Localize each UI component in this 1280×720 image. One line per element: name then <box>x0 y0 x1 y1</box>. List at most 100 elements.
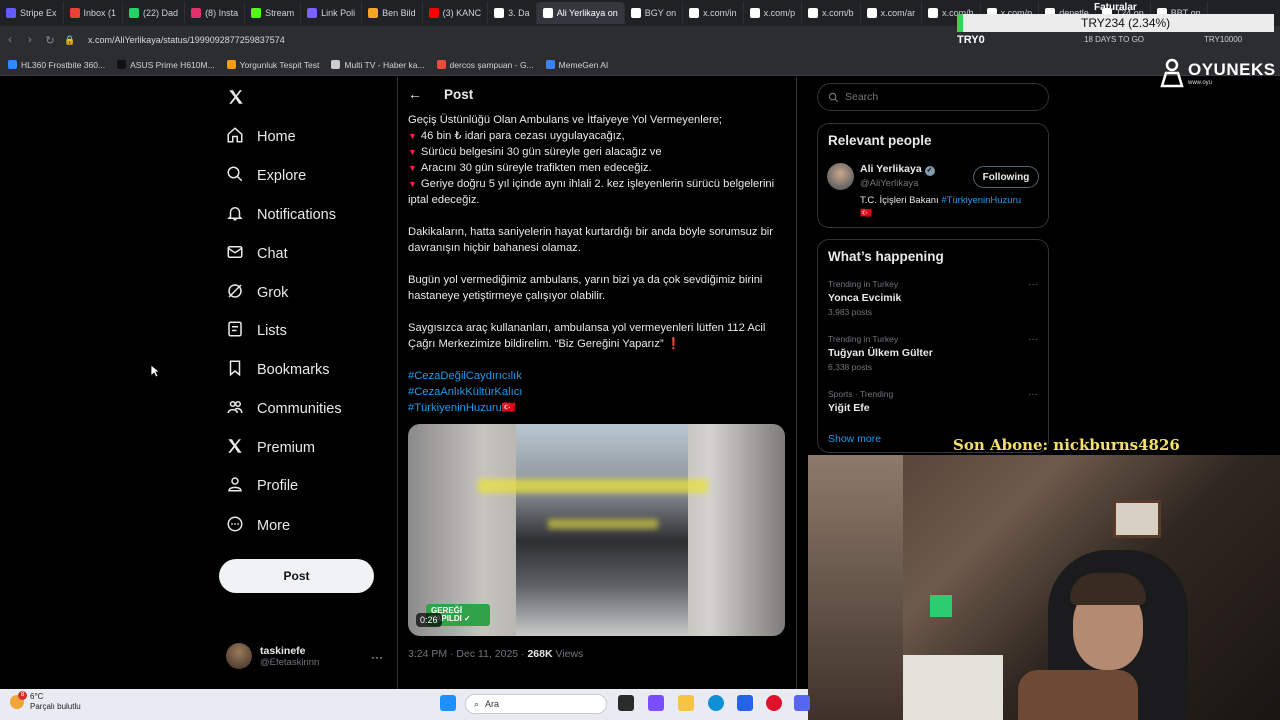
browser-tab[interactable]: (8) Insta <box>185 2 246 24</box>
hashtag-link[interactable]: #CezaAnlıkKültürKalıcı <box>408 384 788 400</box>
bookmark-item[interactable]: MemeGen AI <box>545 60 608 70</box>
browser-tab[interactable]: (3) KANC <box>423 2 489 24</box>
forward-icon[interactable]: › <box>20 34 40 46</box>
weather-widget[interactable]: 8 6°C Parçalı bulutlu <box>10 691 81 712</box>
tab-label: BGY on <box>644 8 677 18</box>
tab-favicon-icon <box>368 8 379 18</box>
back-arrow-icon[interactable]: ← <box>408 86 422 102</box>
following-button[interactable]: Following <box>973 166 1039 188</box>
discord-icon[interactable] <box>794 695 810 711</box>
edge-icon[interactable] <box>708 695 724 711</box>
tab-label: x.com/ar <box>880 8 916 18</box>
more-dots-icon[interactable]: ··· <box>1028 389 1038 400</box>
nav-item-chat[interactable]: Chat <box>226 239 288 269</box>
trend-item[interactable]: Trending in Turkey Tuğyan Ülkem Gülter 6,3… <box>828 334 1040 372</box>
bookmarks-bar: HL360 Frostbite 360... ASUS Prime H610M..… <box>0 54 1280 76</box>
browser-tab[interactable]: Stripe Ex <box>0 2 64 24</box>
temperature: 6°C <box>30 692 44 701</box>
bookmark-item[interactable]: Yorgunluk Tespit Test <box>226 60 319 70</box>
more-dots-icon[interactable]: ··· <box>371 650 383 664</box>
show-more-link[interactable]: Show more <box>828 433 881 445</box>
x-logo-icon[interactable] <box>227 88 245 106</box>
nav-item-grok[interactable]: Grok <box>226 278 288 308</box>
tweet-video[interactable]: GEREĞİ YAPILDI ✓ 0:26 <box>408 424 785 636</box>
post-button[interactable]: Post <box>219 559 374 593</box>
tweet-paragraph: Saygısızca araç kullananları, ambulansa … <box>408 322 766 350</box>
tweet-text: Geçiş Üstünlüğü Olan Ambulans ve İtfaiye… <box>408 112 788 416</box>
opera-icon[interactable] <box>766 695 782 711</box>
nav-item-bookmarks[interactable]: Bookmarks <box>226 355 330 385</box>
nav-item-communities[interactable]: Communities <box>226 394 342 424</box>
browser-tab[interactable]: Ali Yerlikaya on <box>536 2 625 24</box>
reload-icon[interactable]: ↻ <box>40 34 60 47</box>
tweet-meta: 3:24 PM · Dec 11, 2025 · 268K Views <box>408 648 583 660</box>
more-dots-icon[interactable]: ··· <box>1028 279 1038 290</box>
brand-sub: www.oyu <box>1188 80 1213 86</box>
browser-tab[interactable]: Inbox (1 <box>64 2 124 24</box>
browser-tab[interactable]: x.com/in <box>683 2 744 24</box>
nav-item-premium[interactable]: Premium <box>226 433 315 463</box>
red-triangle-icon: ▼ <box>408 147 417 157</box>
red-triangle-icon: ▼ <box>408 163 417 173</box>
nav-item-label: Communities <box>257 401 342 417</box>
more-circle-icon <box>226 515 244 537</box>
nav-item-notifications[interactable]: Notifications <box>226 200 336 230</box>
nav-item-lists[interactable]: Lists <box>226 316 287 346</box>
person-name-row[interactable]: Ali Yerlikaya ✓ <box>860 163 935 176</box>
taskbar-search[interactable]: ⌕ Ara <box>465 694 607 714</box>
gamepad-person-icon <box>1160 58 1184 88</box>
search-input[interactable]: Search <box>817 83 1049 111</box>
more-dots-icon[interactable]: ··· <box>1028 334 1038 345</box>
browser-tab[interactable]: Ben Bild <box>362 2 423 24</box>
person-handle: @AliYerlikaya <box>860 178 919 189</box>
tab-favicon-icon <box>191 8 202 18</box>
hashtag-link[interactable]: #TürkiyeninHuzuru🇹🇷 <box>408 400 788 416</box>
search-icon <box>226 165 244 187</box>
tab-favicon-icon <box>129 8 140 18</box>
trend-item[interactable]: Sports · Trending Yiğit Efe ··· <box>828 389 1040 417</box>
views-count: 268K <box>527 648 553 660</box>
tab-label: Ben Bild <box>382 8 416 18</box>
account-name: taskinefe <box>260 644 306 657</box>
bookmark-item[interactable]: Multi TV - Haber ka... <box>331 60 425 70</box>
page-title: Post <box>444 86 474 102</box>
bookmark-item[interactable]: HL360 Frostbite 360... <box>8 60 105 70</box>
browser-tab[interactable]: Stream <box>245 2 302 24</box>
browser-tab[interactable]: x.com/p <box>744 2 803 24</box>
browser-tab[interactable]: BGY on <box>625 2 684 24</box>
store-icon[interactable] <box>737 695 753 711</box>
account-switcher[interactable]: taskinefe @Efetaskinnn <box>226 643 319 669</box>
file-explorer-icon[interactable] <box>678 695 694 711</box>
copilot-icon[interactable] <box>648 695 664 711</box>
tweet-paragraph: Dakikaların, hatta saniyelerin hayat kur… <box>408 226 774 254</box>
browser-tab[interactable]: x.com/b <box>802 2 861 24</box>
url-field[interactable]: x.com/AliYerlikaya/status/19990928772598… <box>88 35 285 45</box>
trend-item[interactable]: Trending in Turkey Yonca Evcimik 3,983 pos… <box>828 279 1040 317</box>
notification-badge: 8 <box>18 691 27 700</box>
brand-name: OYUNEKS <box>1188 60 1276 79</box>
windows-start-icon[interactable] <box>440 695 456 711</box>
nav-item-home[interactable]: Home <box>226 122 296 152</box>
browser-tab[interactable]: x.com/ar <box>861 2 923 24</box>
browser-tab[interactable]: Link Poli <box>301 2 363 24</box>
trend-category: Trending in Turkey <box>828 279 899 289</box>
browser-tab[interactable]: 3. Da <box>488 2 537 24</box>
bookmark-item[interactable]: dercos şampuan - G... <box>436 60 534 70</box>
tab-label: x.com/p <box>763 8 796 18</box>
hashtag-link[interactable]: #CezaDeğilCaydırıcılık <box>408 368 788 384</box>
avatar[interactable] <box>827 163 854 190</box>
task-view-icon[interactable] <box>618 695 634 711</box>
bio-hashtag[interactable]: #TürkiyeninHuzuru <box>941 195 1021 206</box>
tweet-timestamp[interactable]: 3:24 PM · Dec 11, 2025 · <box>408 648 527 660</box>
nav-item-explore[interactable]: Explore <box>226 161 306 191</box>
stock-ticker: TRY234 (2.34%) <box>957 14 1274 32</box>
nav-item-profile[interactable]: Profile <box>226 471 298 501</box>
mouse-cursor-icon <box>150 364 160 378</box>
bookmark-item[interactable]: ASUS Prime H610M... <box>117 60 215 70</box>
nav-item-more[interactable]: More <box>226 511 290 541</box>
faturalar-label: Faturalar <box>1094 2 1137 13</box>
back-icon[interactable]: ‹ <box>0 34 20 46</box>
radiator <box>903 655 1003 720</box>
browser-tab[interactable]: (22) Dad <box>123 2 186 24</box>
site-info-icon[interactable]: 🔒 <box>60 35 80 46</box>
